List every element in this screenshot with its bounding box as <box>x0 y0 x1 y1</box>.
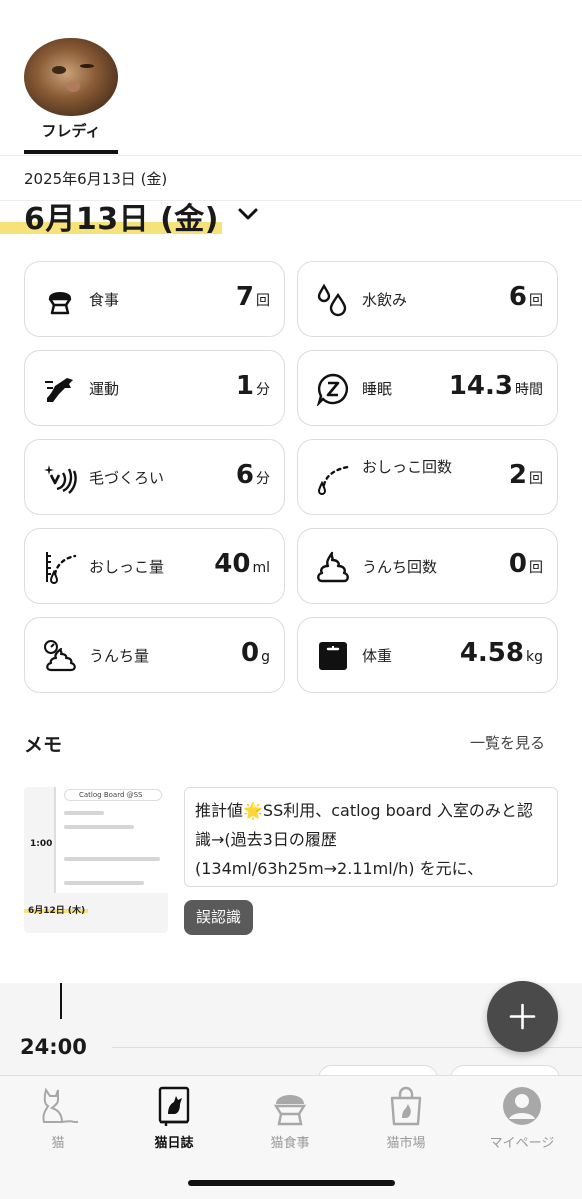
stat-value: 4.58 <box>459 638 524 668</box>
grooming-icon <box>44 465 77 494</box>
stat-unit: ml <box>252 560 270 576</box>
stat-card-meals[interactable]: 食事 7回 <box>24 261 285 337</box>
stat-value: 7 <box>235 282 254 312</box>
stat-unit: 分 <box>256 471 270 487</box>
shopping-bag-icon <box>390 1086 422 1126</box>
stat-unit: 回 <box>529 293 543 309</box>
timeline-marker <box>60 983 62 1019</box>
stat-label: おしっこ量 <box>89 558 165 576</box>
stat-unit: kg <box>526 649 543 665</box>
add-entry-button[interactable] <box>487 981 558 1052</box>
stat-value: 2 <box>508 460 527 490</box>
thumb-date: 6月12日 (木) <box>28 906 86 916</box>
stat-label: 水飲み <box>362 291 408 309</box>
stat-card-poop-amount[interactable]: うんち量 0g <box>24 617 285 693</box>
tab-cat-food[interactable]: 猫食事 <box>232 1084 348 1151</box>
timeline-time-label: 24:00 <box>20 1035 87 1059</box>
pee-count-icon <box>317 465 350 495</box>
stat-unit: 分 <box>256 382 270 398</box>
stat-label: 睡眠 <box>362 380 393 398</box>
stat-card-poop-count[interactable]: うんち回数 0回 <box>297 528 558 604</box>
stat-card-grooming[interactable]: 毛づくろい 6分 <box>24 439 285 515</box>
sleep-icon <box>316 373 348 406</box>
pee-amount-icon <box>46 552 77 584</box>
stat-unit: 回 <box>256 293 270 309</box>
stat-card-weight[interactable]: 体重 4.58 kg <box>297 617 558 693</box>
stat-value: 6 <box>235 460 254 490</box>
cat-tab-bar: フレディ <box>0 0 582 156</box>
stat-unit: 回 <box>529 560 543 576</box>
tab-label: 猫 <box>51 1136 65 1151</box>
cat-diary-icon <box>158 1086 190 1126</box>
tab-cat-market[interactable]: 猫市場 <box>348 1084 464 1151</box>
plus-icon <box>509 1003 536 1030</box>
stat-value: 6 <box>508 282 527 312</box>
tab-my-page[interactable]: マイページ <box>464 1084 580 1151</box>
poop-count-icon <box>317 551 349 583</box>
stat-label: うんち量 <box>89 647 150 665</box>
stat-card-exercise[interactable]: 運動 1分 <box>24 350 285 426</box>
chevron-down-icon[interactable] <box>236 204 260 224</box>
stat-value: 0 <box>241 638 260 668</box>
stat-card-pee-amount[interactable]: おしっこ量 40 ml <box>24 528 285 604</box>
cat-food-icon <box>273 1095 307 1126</box>
date-subtitle: 2025年6月13日 (金) <box>24 170 168 188</box>
tab-label: 猫市場 <box>386 1136 426 1151</box>
memo-screenshot-thumbnail[interactable]: Catlog Board @SS 1:00 6月12日 (木) <box>24 787 168 933</box>
see-all-memos-link[interactable]: 一覧を見る <box>470 732 545 753</box>
tab-label: 猫食事 <box>270 1136 310 1151</box>
cat-icon <box>42 1087 78 1123</box>
stat-label: 体重 <box>362 647 393 665</box>
food-bowl-icon <box>48 292 72 315</box>
stat-card-pee-count[interactable]: おしっこ回数 2回 <box>297 439 558 515</box>
cat-name: フレディ <box>41 122 101 140</box>
stat-label: 食事 <box>89 291 120 309</box>
weight-scale-icon <box>319 642 347 670</box>
thumb-time: 1:00 <box>30 839 53 849</box>
stat-value: 40 <box>214 549 251 579</box>
memo-text-card[interactable]: 推計値🌟SS利用、catlog board 入室のみと認識→(過去3日の履歴 (… <box>184 787 558 887</box>
stat-unit: g <box>261 649 270 665</box>
stat-value: 0 <box>508 549 527 579</box>
stat-label: おしっこ回数 <box>362 458 453 476</box>
tab-label: 猫日誌 <box>154 1136 194 1151</box>
water-drops-icon <box>317 283 347 317</box>
thumb-header: Catlog Board @SS <box>64 789 162 801</box>
running-cat-icon <box>45 378 73 402</box>
tab-cat[interactable]: 猫 <box>0 1084 116 1151</box>
selected-tab-indicator <box>24 150 118 154</box>
stat-label: 毛づくろい <box>89 469 165 487</box>
stat-unit: 回 <box>529 471 543 487</box>
stat-value: 1 <box>235 371 254 401</box>
home-indicator <box>188 1180 395 1186</box>
tab-cat-diary[interactable]: 猫日誌 <box>116 1084 232 1151</box>
memo-section-title: メモ <box>24 734 63 756</box>
cat-tab-freddy[interactable]: フレディ <box>24 38 118 141</box>
stat-value: 14.3 <box>448 371 513 401</box>
page-title-date: 6月13日 (金) <box>24 202 219 237</box>
stat-label: 運動 <box>89 380 120 398</box>
stat-label: うんち回数 <box>362 558 438 576</box>
poop-amount-icon <box>44 640 76 672</box>
stat-card-water[interactable]: 水飲み 6回 <box>297 261 558 337</box>
profile-icon <box>503 1087 541 1125</box>
stat-card-sleep[interactable]: 睡眠 14.3 時間 <box>297 350 558 426</box>
avatar <box>24 38 118 116</box>
tab-label: マイページ <box>489 1136 555 1151</box>
memo-tag-badge[interactable]: 誤認識 <box>184 900 254 935</box>
stat-unit: 時間 <box>515 382 543 398</box>
